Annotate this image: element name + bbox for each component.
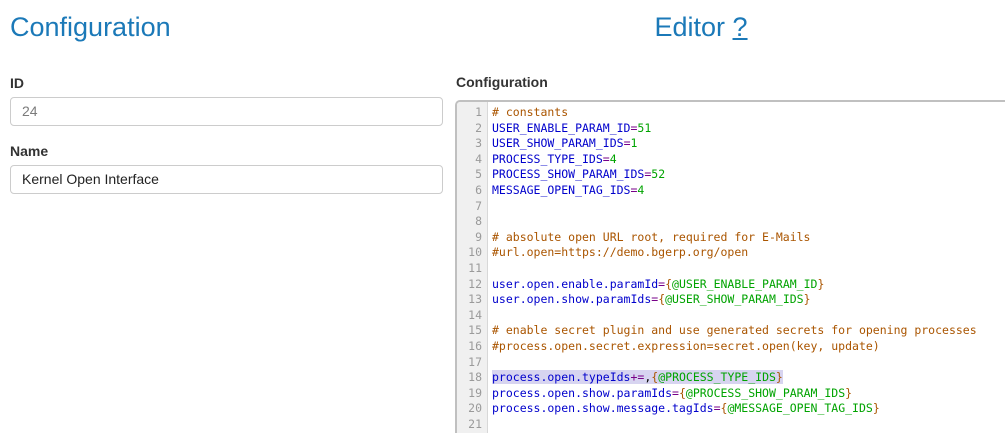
id-input[interactable] <box>10 97 443 126</box>
editor-config-label: Configuration <box>456 74 548 90</box>
token-value: 4 <box>637 183 644 197</box>
code-line[interactable] <box>492 417 1005 433</box>
line-number: 10 <box>457 245 487 261</box>
code-line[interactable]: PROCESS_TYPE_IDS=4 <box>492 152 1005 168</box>
page-title: Configuration <box>10 13 443 43</box>
line-number: 5 <box>457 167 487 183</box>
name-label: Name <box>10 143 443 159</box>
code-line[interactable]: #url.open=https://demo.bgerp.org/open <box>492 245 1005 261</box>
token-brace: } <box>845 386 852 400</box>
code-line[interactable]: user.open.show.paramIds={@USER_SHOW_PARA… <box>492 292 1005 308</box>
line-number: 4 <box>457 152 487 168</box>
token-comment: # constants <box>492 105 568 119</box>
token-brace: { <box>665 277 672 291</box>
line-number: 12 <box>457 277 487 293</box>
token-eq: = <box>672 386 679 400</box>
token-key: process.open.show.paramIds <box>492 386 672 400</box>
help-link[interactable]: ? <box>733 12 748 42</box>
line-number: 6 <box>457 183 487 199</box>
line-number: 16 <box>457 339 487 355</box>
token-brace: } <box>804 292 811 306</box>
token-brace: { <box>679 386 686 400</box>
line-number: 3 <box>457 136 487 152</box>
token-comment: # absolute open URL root, required for E… <box>492 230 811 244</box>
token-key: MESSAGE_OPEN_TAG_IDS <box>492 183 630 197</box>
token-value: 1 <box>631 136 638 150</box>
editor-title: Editor <box>654 12 725 42</box>
line-number: 8 <box>457 214 487 230</box>
code-line[interactable]: process.open.show.paramIds={@PROCESS_SHO… <box>492 386 1005 402</box>
line-number: 1 <box>457 105 487 121</box>
token-brace: } <box>817 277 824 291</box>
code-line[interactable]: # absolute open URL root, required for E… <box>492 230 1005 246</box>
id-label: ID <box>10 75 443 91</box>
code-line[interactable]: PROCESS_SHOW_PARAM_IDS=52 <box>492 167 1005 183</box>
line-number: 20 <box>457 401 487 417</box>
editor-code[interactable]: # constantsUSER_ENABLE_PARAM_ID=51USER_S… <box>488 102 1005 433</box>
code-line[interactable]: #process.open.secret.expression=secret.o… <box>492 339 1005 355</box>
line-number: 13 <box>457 292 487 308</box>
code-line[interactable]: # constants <box>492 105 1005 121</box>
code-line[interactable] <box>492 214 1005 230</box>
token-value: 4 <box>610 152 617 166</box>
code-line[interactable]: user.open.enable.paramId={@USER_ENABLE_P… <box>492 277 1005 293</box>
token-value: @PROCESS_SHOW_PARAM_IDS <box>686 386 845 400</box>
line-number: 21 <box>457 417 487 433</box>
token-key: USER_SHOW_PARAM_IDS <box>492 136 624 150</box>
token-key: process.open.typeIds <box>492 370 630 384</box>
line-number: 14 <box>457 308 487 324</box>
token-comment: #process.open.secret.expression=secret.o… <box>492 339 880 353</box>
token-comment: # enable secret plugin and use generated… <box>492 323 977 337</box>
code-line[interactable] <box>492 308 1005 324</box>
line-number: 17 <box>457 355 487 371</box>
code-line[interactable]: USER_ENABLE_PARAM_ID=51 <box>492 121 1005 137</box>
token-eq: = <box>603 152 610 166</box>
token-value: 52 <box>651 167 665 181</box>
line-number: 9 <box>457 230 487 246</box>
code-line[interactable]: # enable secret plugin and use generated… <box>492 323 1005 339</box>
token-key: user.open.enable.paramId <box>492 277 658 291</box>
code-line[interactable]: process.open.show.message.tagIds={@MESSA… <box>492 401 1005 417</box>
line-number: 15 <box>457 323 487 339</box>
line-number: 18 <box>457 370 487 386</box>
token-key: PROCESS_TYPE_IDS <box>492 152 603 166</box>
token-value: @PROCESS_TYPE_IDS <box>658 370 776 384</box>
code-line[interactable] <box>492 261 1005 277</box>
line-number: 2 <box>457 121 487 137</box>
token-value: @USER_SHOW_PARAM_IDS <box>665 292 803 306</box>
line-number: 19 <box>457 386 487 402</box>
code-line[interactable] <box>492 199 1005 215</box>
token-value: 51 <box>637 121 651 135</box>
name-input[interactable] <box>10 165 443 194</box>
token-key: process.open.show.message.tagIds <box>492 401 714 415</box>
line-number: 7 <box>457 199 487 215</box>
code-line[interactable]: MESSAGE_OPEN_TAG_IDS=4 <box>492 183 1005 199</box>
token-key: user.open.show.paramIds <box>492 292 651 306</box>
token-value: @USER_ENABLE_PARAM_ID <box>672 277 817 291</box>
token-key: PROCESS_SHOW_PARAM_IDS <box>492 167 644 181</box>
code-line[interactable]: process.open.typeIds+=,{@PROCESS_TYPE_ID… <box>492 370 1005 386</box>
editor-gutter: 123456789101112131415161718192021 <box>457 102 488 433</box>
line-number: 11 <box>457 261 487 277</box>
token-brace: } <box>776 370 783 384</box>
editor-heading: Editor ? <box>455 0 947 43</box>
config-form-section: Configuration ID Name <box>10 0 443 194</box>
code-line[interactable]: USER_SHOW_PARAM_IDS=1 <box>492 136 1005 152</box>
token-brace: } <box>873 401 880 415</box>
token-comment: #url.open=https://demo.bgerp.org/open <box>492 245 748 259</box>
token-eq: = <box>624 136 631 150</box>
config-code-editor[interactable]: 123456789101112131415161718192021 # cons… <box>455 100 1005 433</box>
code-line[interactable] <box>492 355 1005 371</box>
token-key: USER_ENABLE_PARAM_ID <box>492 121 630 135</box>
token-value: @MESSAGE_OPEN_TAG_IDS <box>727 401 872 415</box>
token-eq: += <box>630 370 644 384</box>
token-eq: = <box>714 401 721 415</box>
